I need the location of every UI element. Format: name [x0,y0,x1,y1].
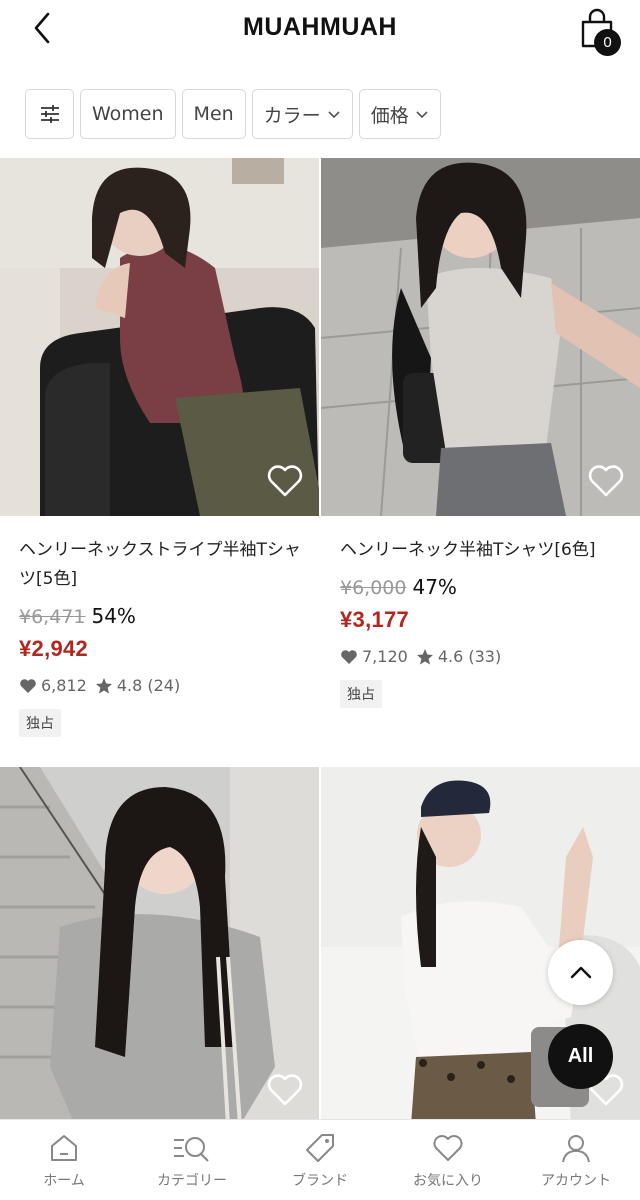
category-search-icon [174,1137,209,1162]
nav-home[interactable]: ホーム [0,1120,128,1200]
product-card[interactable]: ヘンリーネックストライプ半袖Tシャツ[5色] ¥6,471 54% ¥2,942… [0,158,319,758]
nav-label: カテゴリー [157,1173,227,1189]
sale-price: ¥2,942 [19,636,89,661]
likes-count: 6,812 [41,676,87,695]
sale-price: ¥3,177 [340,607,410,632]
rating-value: 4.8 [116,676,143,695]
original-price: ¥6,471 [19,606,86,628]
filter-chip-women[interactable]: Women [80,89,176,139]
product-info: ヘンリーネックストライプ半袖Tシャツ[5色] ¥6,471 54% ¥2,942… [19,536,304,737]
tag-icon [306,1134,334,1162]
product-info: ヘンリーネック半袖Tシャツ[6色] ¥6,000 47% ¥3,177 7,12… [340,536,625,708]
sliders-icon [40,105,59,123]
product-stats: 7,120 4.6 (33) [340,647,625,666]
favorite-heart-icon[interactable] [265,1069,305,1109]
brand-title[interactable]: MUAHMUAH [0,13,640,42]
filter-settings-button[interactable] [25,89,74,139]
filter-bar: Women Men カラー 価格 [25,89,441,139]
nav-account[interactable]: アカウント [512,1120,640,1200]
discount-percent: 54% [91,604,136,628]
user-icon [562,1135,590,1163]
price-row: ¥6,000 47% [340,575,625,603]
product-card[interactable]: ヘンリーネック半袖Tシャツ[6色] ¥6,000 47% ¥3,177 7,12… [321,158,640,758]
rating-value: 4.6 [437,647,464,666]
heart-filled-icon [341,649,357,664]
filter-chip-price[interactable]: 価格 [358,89,441,139]
original-price: ¥6,000 [340,577,407,599]
heart-filled-icon [20,678,36,693]
product-title[interactable]: ヘンリーネックストライプ半袖Tシャツ[5色] [19,536,304,594]
cart-count-badge: 0 [594,29,621,56]
review-count: (24) [147,676,181,695]
review-count: (33) [468,647,502,666]
exclusive-tag: 独占 [19,709,61,737]
nav-label: お気に入り [413,1173,483,1189]
home-icon [51,1135,77,1161]
nav-label: アカウント [541,1173,611,1189]
app-header: MUAHMUAH 0 [0,0,640,68]
star-icon [95,677,112,693]
price-row: ¥6,471 54% [19,604,304,632]
nav-favorites[interactable]: お気に入り [384,1120,512,1200]
chevron-up-icon [570,966,591,978]
product-stats: 6,812 4.8 (24) [19,676,304,695]
nav-label: ブランド [292,1173,348,1189]
filter-chip-men[interactable]: Men [181,89,246,139]
all-button[interactable]: All [548,1024,613,1089]
scroll-to-top-button[interactable] [548,940,613,1005]
likes-count: 7,120 [362,647,408,666]
nav-label: ホーム [43,1173,85,1189]
exclusive-tag: 独占 [340,680,382,708]
chevron-down-icon [416,111,428,119]
filter-chip-color[interactable]: カラー [251,89,353,139]
nav-category[interactable]: カテゴリー [128,1120,256,1200]
nav-brand[interactable]: ブランド [256,1120,384,1200]
favorite-heart-icon[interactable] [586,460,626,500]
heart-icon [433,1135,463,1161]
product-card[interactable] [0,767,319,1127]
discount-percent: 47% [412,575,457,599]
product-title[interactable]: ヘンリーネック半袖Tシャツ[6色] [340,536,625,565]
star-icon [416,648,433,664]
bottom-navigation: ホーム カテゴリー ブランド お気に入り アカウント [0,1119,640,1200]
chevron-down-icon [328,111,340,119]
favorite-heart-icon[interactable] [265,460,305,500]
